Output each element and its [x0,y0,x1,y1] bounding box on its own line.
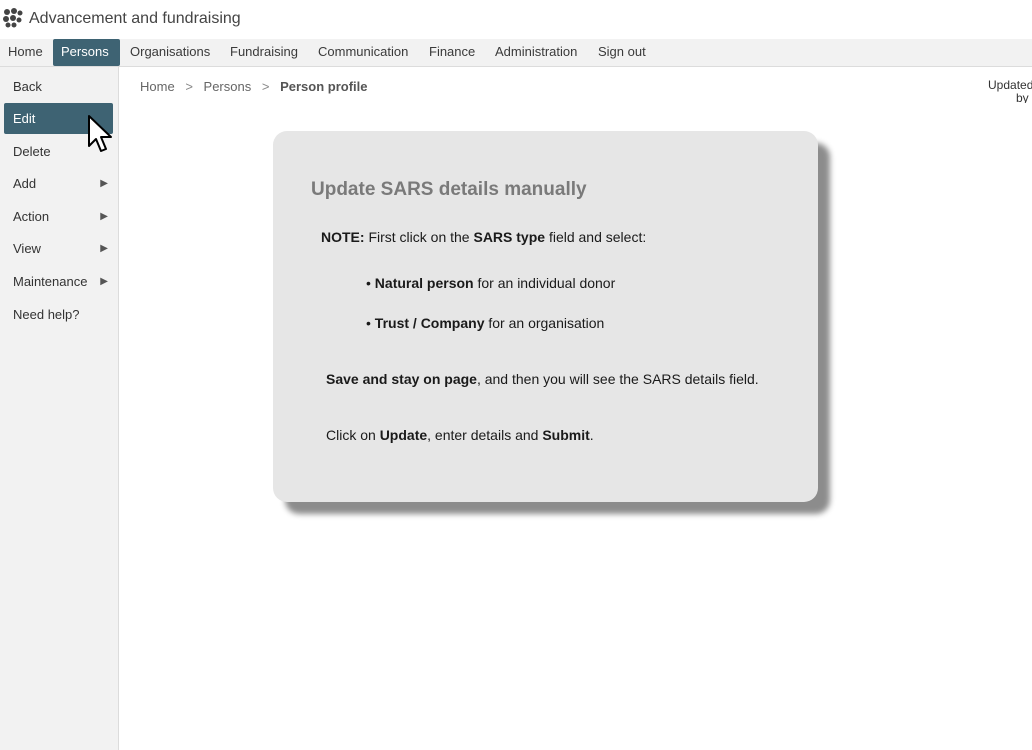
help-card: Update SARS details manually NOTE: First… [273,131,818,502]
sidebar-item-label: Add [13,176,37,191]
help-bullet-1: • Natural person for an individual donor [366,275,615,291]
menu-communication[interactable]: Communication [310,39,416,66]
sidebar-item-label: Action [13,209,50,224]
note-text: First click on the [364,229,474,245]
mouse-pointer-icon [88,115,112,152]
sidebar-item-label: Delete [13,144,51,159]
sidebar-item-back[interactable]: Back [4,71,113,102]
note-text: field and select: [545,229,647,245]
breadcrumb-current: Person profile [280,79,368,94]
menu-sign-out[interactable]: Sign out [590,39,654,66]
triangle-right-icon: ▶ [100,211,108,222]
app-header: Advancement and fundraising [0,0,1032,39]
breadcrumb-home[interactable]: Home [140,79,175,94]
click-text: . [589,427,594,443]
main-menu: Home Persons Organisations Fundraising C… [0,39,1032,67]
triangle-right-icon: ▶ [100,178,108,189]
help-card-title: Update SARS details manually [311,179,587,200]
sidebar-item-add[interactable]: Add ▶ [4,168,113,199]
sidebar-item-label: View [13,241,41,256]
sidebar-item-label: Edit [13,111,36,126]
click-bold: Submit [542,427,590,443]
help-bullet-2: • Trust / Company for an organisation [366,315,604,331]
breadcrumb-separator: > [261,79,270,94]
bullet-icon: • [366,275,371,291]
note-bold: SARS type [473,229,546,245]
bullet-text: for an organisation [484,315,605,331]
save-bold: Save and stay on page [326,371,477,387]
click-text: Click on [326,427,380,443]
triangle-right-icon: ▶ [100,276,108,287]
triangle-right-icon: ▶ [100,243,108,254]
help-click-instruction: Click on Update, enter details and Submi… [326,427,594,443]
click-text: , enter details and [427,427,543,443]
breadcrumb: Home > Persons > Person profile [140,79,368,94]
bullet-bold: Trust / Company [374,315,485,331]
sidebar-item-need-help[interactable]: Need help? [4,299,113,330]
breadcrumb-separator: > [185,79,193,94]
bullet-text: for an individual donor [473,275,616,291]
sidebar: Back Edit Delete Add ▶ Action ▶ View ▶ M… [0,67,119,750]
menu-persons[interactable]: Persons [53,39,120,66]
sidebar-item-label: Maintenance [13,274,88,289]
sidebar-item-maintenance[interactable]: Maintenance ▶ [4,266,113,297]
bullet-icon: • [366,315,371,331]
help-note: NOTE: First click on the SARS type field… [321,229,646,245]
bullet-bold: Natural person [374,275,474,291]
menu-administration[interactable]: Administration [487,39,585,66]
help-save-instruction: Save and stay on page, and then you will… [326,371,759,387]
sidebar-item-action[interactable]: Action ▶ [4,201,113,232]
sidebar-item-label: Back [13,79,42,94]
app-logo-icon [3,8,23,28]
sidebar-item-label: Need help? [13,307,80,322]
updated-by-label: Updated by [988,79,1032,103]
menu-fundraising[interactable]: Fundraising [222,39,306,66]
click-bold: Update [379,427,428,443]
menu-organisations[interactable]: Organisations [122,39,218,66]
sidebar-item-view[interactable]: View ▶ [4,233,113,264]
menu-home[interactable]: Home [0,39,51,66]
breadcrumb-persons[interactable]: Persons [204,79,252,94]
save-text: , and then you will see the SARS details… [476,371,759,387]
by-label: by [1016,91,1029,104]
note-label: NOTE: [321,229,365,245]
menu-finance[interactable]: Finance [421,39,483,66]
app-title: Advancement and fundraising [29,10,241,27]
